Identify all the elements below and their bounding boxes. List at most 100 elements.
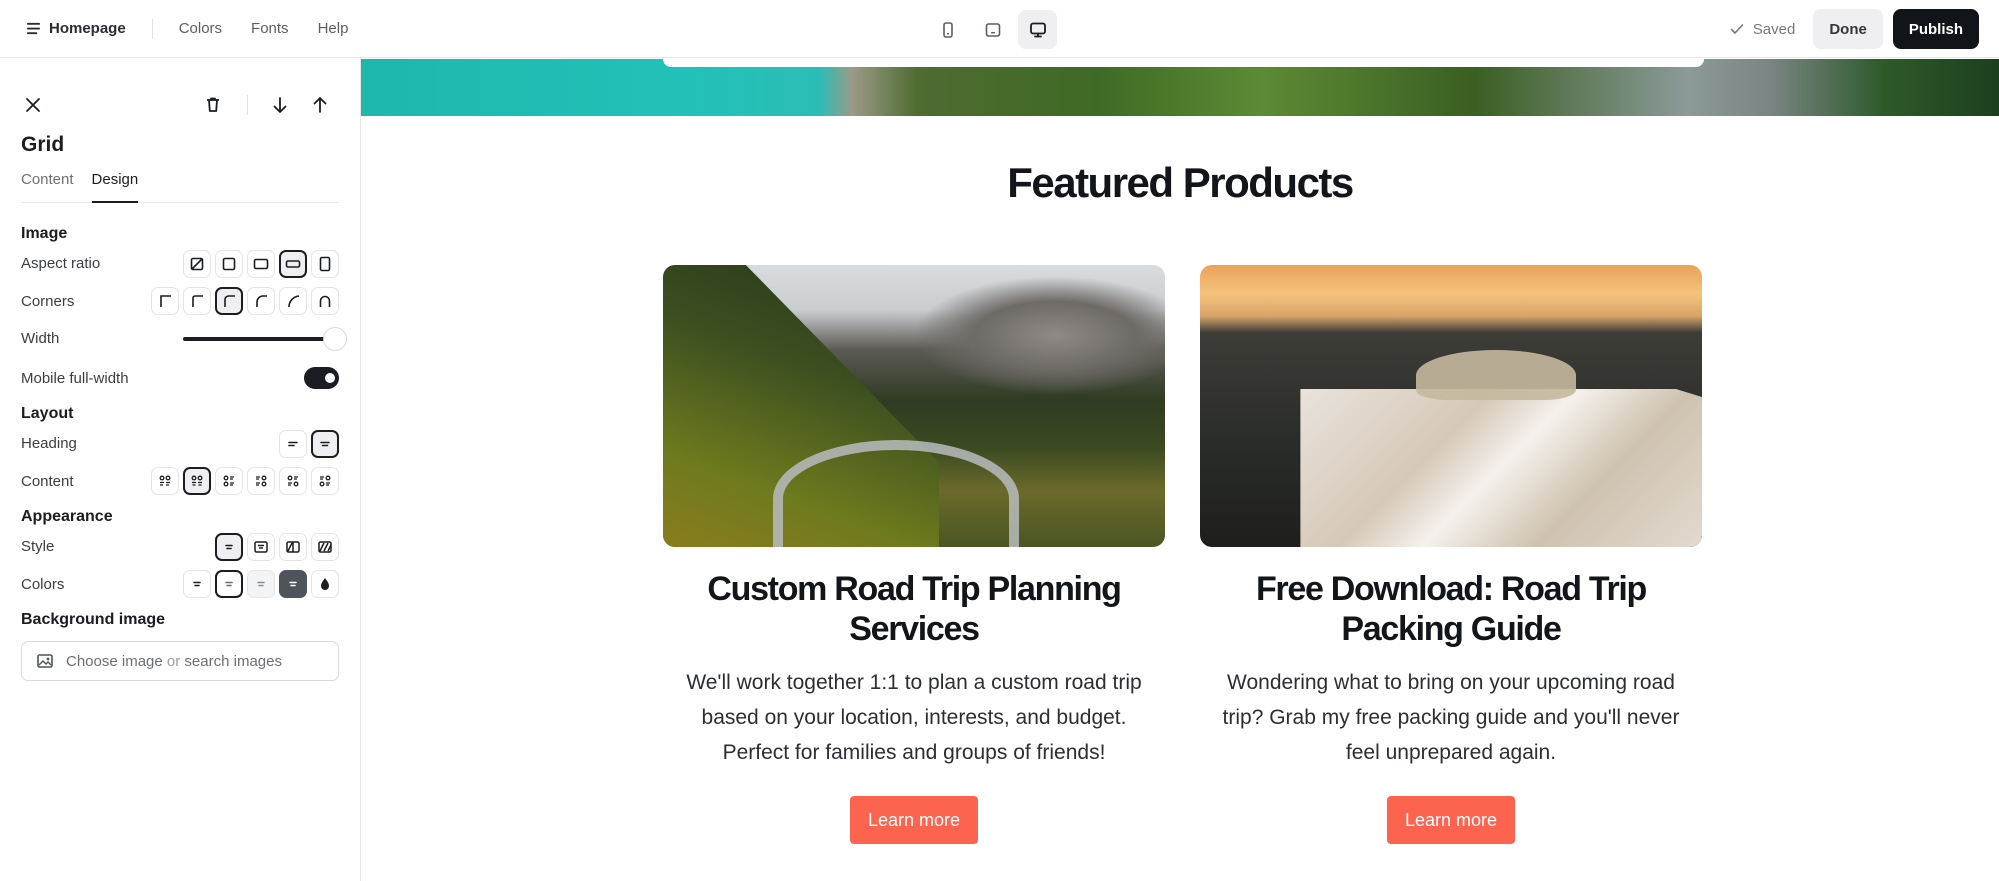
check-icon: [1730, 24, 1744, 34]
device-preview-switcher: [928, 10, 1057, 49]
aspect-portrait-option[interactable]: [311, 249, 339, 278]
aspect-square-option[interactable]: [215, 249, 243, 278]
color-light-option[interactable]: [247, 570, 275, 599]
layout-alternate-icon: [287, 475, 299, 487]
color-default-icon: [193, 581, 201, 587]
corner-square-option[interactable]: [151, 287, 179, 316]
mobile-icon: [942, 21, 953, 38]
save-status: Saved: [1729, 21, 1795, 38]
panel-actions: [21, 79, 339, 131]
heading-left-option[interactable]: [279, 429, 307, 458]
corner-medium-option[interactable]: [247, 287, 275, 316]
corner-slight-option[interactable]: [183, 287, 211, 316]
width-slider[interactable]: [183, 325, 347, 353]
aspect-landscape-icon: [253, 258, 269, 270]
style-split-option[interactable]: [279, 532, 307, 561]
align-center-icon: [320, 441, 330, 447]
color-dark-icon: [289, 581, 297, 587]
content-grid-center-option[interactable]: [183, 467, 211, 496]
color-custom-option[interactable]: [311, 570, 339, 599]
aspect-landscape-option[interactable]: [247, 249, 275, 278]
nav-fonts[interactable]: Fonts: [251, 20, 289, 37]
product-description[interactable]: Wondering what to bring on your upcoming…: [1200, 665, 1702, 770]
panel-tabs: Content Design: [21, 171, 339, 203]
choose-image-link[interactable]: Choose image: [66, 653, 163, 670]
colors-row: Colors: [21, 566, 339, 604]
learn-more-button[interactable]: Learn more: [1386, 796, 1516, 844]
section-title-image: Image: [21, 225, 68, 242]
content-alternate-right-option[interactable]: [311, 467, 339, 496]
hero-card-edge: [663, 59, 1704, 67]
heading-center-option[interactable]: [311, 429, 339, 458]
color-dark-option[interactable]: [279, 570, 307, 599]
mobile-full-width-toggle[interactable]: [304, 367, 339, 390]
section-title-background: Background image: [21, 611, 166, 628]
color-outline-option[interactable]: [215, 570, 243, 599]
product-description[interactable]: We'll work together 1:1 to plan a custom…: [663, 665, 1165, 770]
tab-design[interactable]: Design: [91, 171, 139, 203]
product-image[interactable]: [1200, 265, 1702, 547]
style-overlay-option[interactable]: [311, 532, 339, 561]
width-slider-thumb[interactable]: [323, 326, 347, 351]
tab-content[interactable]: Content: [21, 171, 74, 203]
device-mobile-button[interactable]: [928, 10, 967, 49]
done-button[interactable]: Done: [1813, 9, 1883, 49]
product-image[interactable]: [663, 265, 1165, 547]
product-title[interactable]: Free Download: Road Trip Packing Guide: [1200, 569, 1702, 649]
menu-icon: [26, 22, 41, 35]
aspect-ratio-row: Aspect ratio: [21, 245, 339, 283]
corner-round-option[interactable]: [311, 287, 339, 316]
site-preview-canvas: Featured Products Custom Road Trip Plann…: [361, 59, 1999, 881]
layout-grid-icon: [159, 475, 171, 486]
image-icon: [37, 654, 53, 668]
style-card-option[interactable]: [247, 532, 275, 561]
trash-icon[interactable]: [203, 95, 223, 115]
colors-options: [183, 570, 339, 599]
aspect-ratio-label: Aspect ratio: [21, 255, 101, 273]
nav-colors[interactable]: Colors: [179, 20, 222, 37]
hero-banner-image: [361, 59, 1999, 116]
background-image-picker[interactable]: Choose image or search images: [21, 641, 339, 681]
heading-layout-label: Heading: [21, 435, 77, 453]
page-menu-button[interactable]: Homepage: [26, 20, 126, 37]
section-heading[interactable]: Featured Products: [361, 159, 1999, 207]
product-card[interactable]: Free Download: Road Trip Packing Guide W…: [1200, 265, 1702, 844]
content-list-left-option[interactable]: [215, 467, 243, 496]
product-title[interactable]: Custom Road Trip Planning Services: [663, 569, 1165, 649]
move-up-icon[interactable]: [310, 95, 330, 115]
nav-help[interactable]: Help: [318, 20, 349, 37]
content-alternate-left-option[interactable]: [279, 467, 307, 496]
content-list-right-option[interactable]: [247, 467, 275, 496]
corner-large-icon: [288, 295, 300, 308]
move-down-icon[interactable]: [270, 95, 290, 115]
close-icon[interactable]: [23, 95, 43, 115]
aspect-wide-option[interactable]: [279, 249, 307, 278]
aspect-portrait-icon: [319, 256, 331, 272]
aspect-original-option[interactable]: [183, 249, 211, 278]
publish-button[interactable]: Publish: [1892, 9, 1979, 49]
tablet-icon: [985, 22, 1000, 37]
style-plain-icon: [225, 544, 233, 550]
aspect-ratio-options: [183, 249, 339, 278]
color-light-icon: [257, 581, 265, 587]
style-plain-option[interactable]: [215, 532, 243, 561]
divider: [151, 18, 153, 39]
color-default-option[interactable]: [183, 570, 211, 599]
search-images-link[interactable]: search images: [184, 653, 282, 670]
corner-large-option[interactable]: [279, 287, 307, 316]
corner-medium-icon: [256, 295, 267, 308]
learn-more-button[interactable]: Learn more: [849, 796, 979, 844]
heading-layout-row: Heading: [21, 425, 339, 463]
style-card-icon: [254, 541, 268, 553]
heading-layout-options: [279, 429, 339, 458]
or-text: or: [166, 652, 181, 670]
section-title-appearance: Appearance: [21, 508, 113, 525]
device-desktop-button[interactable]: [1018, 10, 1057, 49]
content-layout-row: Content: [21, 463, 339, 501]
width-row: Width: [21, 320, 347, 358]
style-split-icon: [286, 541, 300, 553]
content-grid-left-option[interactable]: [151, 467, 179, 496]
product-card[interactable]: Custom Road Trip Planning Services We'll…: [663, 265, 1165, 844]
device-tablet-button[interactable]: [973, 10, 1012, 49]
corner-small-option[interactable]: [215, 287, 243, 316]
